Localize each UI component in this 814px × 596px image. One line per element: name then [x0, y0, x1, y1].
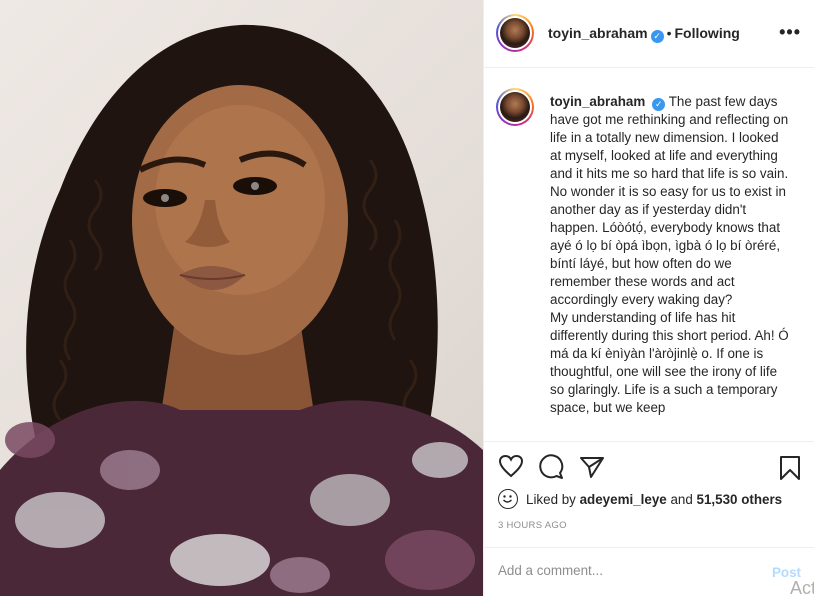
activation-watermark: Act	[789, 578, 814, 596]
verified-badge-icon: ✓	[652, 98, 666, 111]
portrait-image	[0, 24, 483, 596]
verified-badge-icon: ✓	[650, 30, 664, 43]
following-button[interactable]: Following	[675, 25, 740, 41]
post-timestamp[interactable]: 3 HOURS AGO	[498, 520, 567, 531]
separator-dot: •	[666, 25, 672, 41]
author-avatar[interactable]	[496, 14, 534, 52]
liked-by-user-link[interactable]: adeyemi_leye	[580, 492, 667, 507]
smiley-icon	[498, 489, 518, 509]
caption-section: toyin_abraham ✓ The past few days have go…	[484, 69, 814, 441]
post-header: toyin_abraham ✓ • Following •••	[484, 0, 814, 68]
post-photo[interactable]	[0, 0, 483, 596]
likes-prefix: Liked by	[526, 491, 576, 507]
caption-author-avatar[interactable]	[496, 88, 534, 126]
author-username[interactable]: toyin_abraham	[548, 25, 648, 41]
likes-others-link[interactable]: 51,530 others	[697, 492, 783, 507]
bookmark-icon[interactable]	[779, 455, 801, 481]
caption-paragraph-2: My understanding of life has hit differe…	[550, 310, 789, 415]
post-actions: Liked by adeyemi_leye and 51,530 others …	[484, 441, 814, 596]
header-author-line: toyin_abraham ✓ • Following	[548, 25, 740, 43]
more-options-icon[interactable]: •••	[779, 22, 801, 43]
add-comment-input[interactable]	[498, 563, 748, 578]
caption-body-1: The past few days have got me rethinking…	[550, 94, 789, 307]
comment-box: Post	[484, 547, 814, 596]
caption-username[interactable]: toyin_abraham	[550, 94, 645, 109]
send-icon[interactable]	[579, 455, 605, 479]
likes-summary: Liked by adeyemi_leye and 51,530 others	[498, 489, 782, 509]
caption-text: toyin_abraham ✓ The past few days have go…	[550, 93, 790, 417]
caption-paragraph-1: toyin_abraham ✓ The past few days have go…	[550, 93, 790, 309]
comment-icon[interactable]	[538, 454, 564, 480]
heart-icon[interactable]	[498, 454, 524, 478]
likes-conjunction: and	[670, 491, 693, 507]
post-detail-panel: toyin_abraham ✓ • Following ••• toyin_abrah…	[483, 0, 814, 596]
